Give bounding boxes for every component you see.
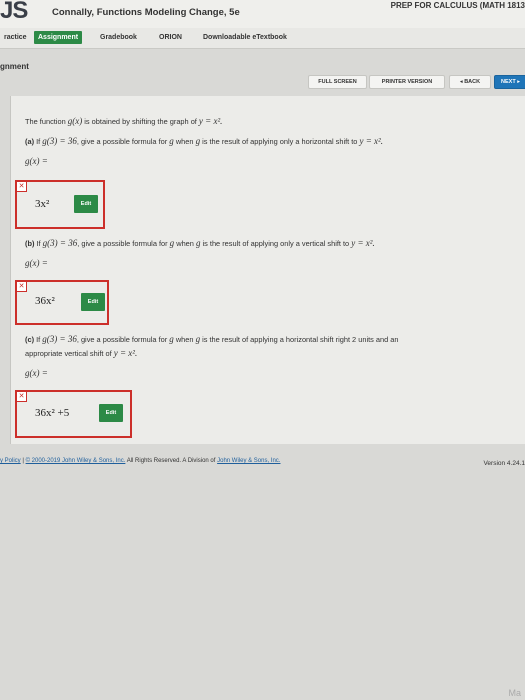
privacy-policy-link[interactable]: y Policy xyxy=(0,458,21,464)
part-b-answer-box: ✕ 36x² Edit xyxy=(15,280,109,325)
part-a-answer: 3x² xyxy=(35,198,50,210)
page-title: gnment xyxy=(0,62,29,71)
tab-practice[interactable]: ractice xyxy=(0,31,31,44)
printer-version-button[interactable]: PRINTER VERSION xyxy=(369,75,445,89)
question-intro: The function g(x) is obtained by shiftin… xyxy=(25,116,223,126)
tab-gradebook[interactable]: Gradebook xyxy=(96,31,141,44)
part-a-edit-button[interactable]: Edit xyxy=(74,195,98,213)
part-b-prompt: (b) If g(3) = 36, give a possible formul… xyxy=(25,238,375,248)
copyright-link[interactable]: © 2000-2019 John Wiley & Sons, Inc. xyxy=(26,458,126,464)
part-b-answer: 36x² xyxy=(35,295,55,307)
tab-assignment[interactable]: Assignment xyxy=(34,31,83,44)
corner-label: Ma xyxy=(508,688,521,698)
part-b-edit-button[interactable]: Edit xyxy=(81,293,105,311)
back-button[interactable]: ◂ BACK xyxy=(449,75,491,89)
app-header: JS Connally, Functions Modeling Change, … xyxy=(0,0,525,28)
book-title: Connally, Functions Modeling Change, 5e xyxy=(52,7,240,18)
part-c-answer: 36x² +5 xyxy=(35,407,70,419)
incorrect-icon: ✕ xyxy=(16,281,27,292)
part-a-prompt: (a) If g(3) = 36, give a possible formul… xyxy=(25,136,383,146)
company-link[interactable]: John Wiley & Sons, Inc. xyxy=(217,458,280,464)
question-panel: The function g(x) is obtained by shiftin… xyxy=(10,96,525,444)
part-c-answer-box: ✕ 36x² +5 Edit xyxy=(15,390,132,438)
wileyplus-logo: JS xyxy=(0,0,28,24)
part-c-answer-label: g(x) = xyxy=(25,368,48,378)
next-button[interactable]: NEXT ▸ xyxy=(494,75,525,89)
tab-orion[interactable]: ORION xyxy=(155,31,186,44)
footer: y Policy | © 2000-2019 John Wiley & Sons… xyxy=(0,458,281,464)
part-a-answer-box: ✕ 3x² Edit xyxy=(15,180,105,229)
part-b-answer-label: g(x) = xyxy=(25,258,48,268)
part-c-prompt-line2: appropriate vertical shift of y = x². xyxy=(25,348,138,358)
part-c-prompt: (c) If g(3) = 36, give a possible formul… xyxy=(25,334,399,344)
course-title: PREP FOR CALCULUS (MATH 1813 xyxy=(390,1,525,10)
incorrect-icon: ✕ xyxy=(16,391,27,402)
part-a-answer-label: g(x) = xyxy=(25,156,48,166)
part-c-edit-button[interactable]: Edit xyxy=(99,404,123,422)
incorrect-icon: ✕ xyxy=(16,181,27,192)
tab-downloadable-etextbook[interactable]: Downloadable eTextbook xyxy=(199,31,291,44)
full-screen-button[interactable]: FULL SCREEN xyxy=(308,75,367,89)
main-nav: ractice Assignment Gradebook ORION Downl… xyxy=(0,28,525,49)
version-label: Version 4.24.1 xyxy=(483,460,525,467)
